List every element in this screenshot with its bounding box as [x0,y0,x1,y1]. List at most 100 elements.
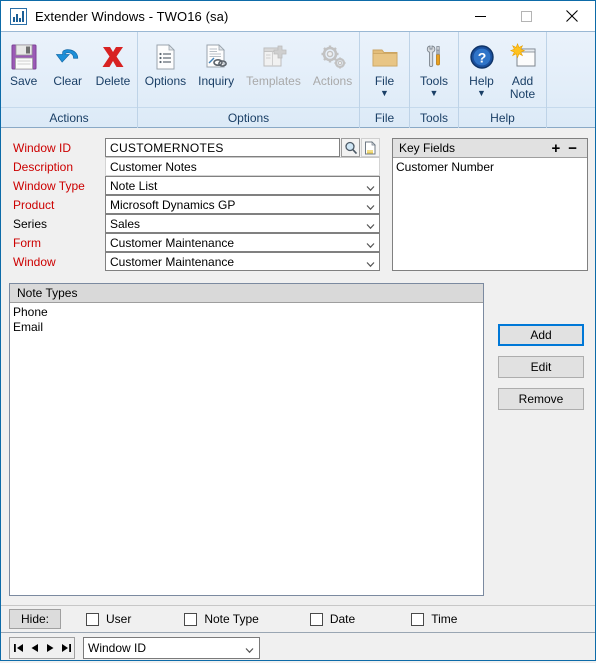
magnifier-lookup-icon[interactable] [341,138,360,157]
file-button-label: File [374,74,395,88]
window-type-select[interactable]: Note List [105,176,380,195]
list-item[interactable]: Email [13,320,483,335]
document-link-icon [201,39,231,75]
help-button[interactable]: ? Help ▼ [462,36,502,98]
ribbon-group-tools: Tools ▼ Tools [409,32,458,128]
save-button-label: Save [9,74,38,88]
product-select[interactable]: Microsoft Dynamics GP [105,195,380,214]
form-select[interactable]: Customer Maintenance [105,233,380,252]
ribbon-group-options: Options Inquiry Templates Actions Option… [137,32,359,128]
field-row-form: Form Customer Maintenance [9,233,380,252]
remove-button[interactable]: Remove [498,388,584,410]
ribbon: Save Clear Delete Actions Options Inquir… [1,31,595,128]
file-button[interactable]: File ▼ [360,36,410,98]
chevron-down-icon [366,219,375,230]
key-fields-panel: Key Fields + − Customer Number [392,138,588,271]
field-row-description: Description Customer Notes [9,157,380,176]
hide-label: Hide: [9,609,61,629]
hide-date-checkbox[interactable] [309,612,323,626]
first-record-icon[interactable] [10,638,26,658]
inquiry-button[interactable]: Inquiry [192,36,240,88]
delete-button[interactable]: Delete [90,36,137,88]
save-floppy-icon [9,39,39,75]
ribbon-group-file: File ▼ File [359,32,409,128]
field-row-window-type: Window Type Note List [9,176,380,195]
window-label: Window [13,254,56,269]
ribbon-group-options-label: Options [138,107,359,128]
list-item[interactable]: Customer Number [396,160,587,175]
ribbon-group-help-label: Help [459,107,546,128]
add-note-icon [508,39,538,75]
options-button-label: Options [144,74,187,88]
window-select[interactable]: Customer Maintenance [105,252,380,271]
previous-record-icon[interactable] [26,638,42,658]
help-button-label: Help [469,74,494,88]
add-button[interactable]: Add [498,324,584,346]
description-input[interactable]: Customer Notes [105,157,380,176]
hide-options-bar: Hide: User Note Type Date Time [1,605,595,632]
undo-arrow-icon [53,39,83,75]
window-id-label: Window ID [13,140,72,155]
field-row-product: Product Microsoft Dynamics GP [9,195,380,214]
chevron-down-icon: ▼ [429,88,439,98]
close-icon[interactable] [549,1,595,31]
remove-key-field-button[interactable]: − [564,141,581,156]
key-fields-title: Key Fields [399,141,456,155]
chevron-down-icon [366,238,375,249]
hide-note-type-label: Note Type [204,612,259,626]
clear-button[interactable]: Clear [46,36,90,88]
list-item[interactable]: Phone [13,305,483,320]
hide-note-type-checkbox-group[interactable]: Note Type [184,612,259,626]
key-fields-list[interactable]: Customer Number [393,158,587,175]
form-label: Form [13,235,41,250]
options-button[interactable]: Options [139,36,192,88]
templates-button: Templates [240,36,307,88]
minimize-icon[interactable] [457,1,503,31]
hide-user-checkbox-group[interactable]: User [86,612,131,626]
series-select[interactable]: Sales [105,214,380,233]
note-types-list[interactable]: Phone Email [10,303,483,335]
key-fields-header: Key Fields + − [393,139,587,158]
add-key-field-button[interactable]: + [547,141,564,156]
hide-time-checkbox[interactable] [411,612,425,626]
actions-button-label: Actions [312,74,353,88]
window-type-value: Note List [110,179,158,193]
browse-by-select[interactable]: Window ID [83,637,260,659]
chevron-down-icon [245,644,254,654]
add-note-button[interactable]: Add Note [502,36,544,101]
add-note-button-label: Add Note [509,74,536,101]
edit-button[interactable]: Edit [498,356,584,378]
blue-question-icon: ? [468,39,496,75]
hide-date-checkbox-group[interactable]: Date [309,612,356,626]
hide-time-checkbox-group[interactable]: Time [411,612,457,626]
ribbon-group-help: ? Help ▼ Add Note Help [458,32,546,128]
record-navigation-bar: Window ID [1,632,595,663]
chevron-down-icon [366,257,375,268]
product-value: Microsoft Dynamics GP [110,198,236,212]
field-row-series: Series Sales [9,214,380,233]
window-id-input[interactable]: CUSTOMERNOTES [105,138,340,157]
note-types-title: Note Types [17,286,78,300]
note-page-icon[interactable] [361,138,380,157]
field-row-window-id: Window ID CUSTOMERNOTES [9,138,380,157]
document-list-icon [150,39,180,75]
hide-time-label: Time [431,612,458,626]
tools-button[interactable]: Tools ▼ [410,36,459,98]
chevron-down-icon: ▼ [380,88,389,98]
hide-user-checkbox[interactable] [86,612,99,626]
note-type-actions: Add Edit Remove [498,324,584,420]
hide-date-label: Date [329,612,356,626]
series-value: Sales [110,217,141,231]
next-record-icon[interactable] [42,638,58,658]
hide-note-type-checkbox[interactable] [184,612,198,626]
delete-button-label: Delete [95,74,131,88]
save-button[interactable]: Save [2,36,46,88]
maximize-icon[interactable] [503,1,549,31]
ribbon-group-actions-label: Actions [1,107,137,128]
description-label: Description [13,159,74,174]
ribbon-filler [546,32,595,128]
series-label: Series [13,216,48,231]
template-plus-icon [259,39,289,75]
last-record-icon[interactable] [58,638,74,658]
title-bar: Extender Windows - TWO16 (sa) [1,1,595,31]
